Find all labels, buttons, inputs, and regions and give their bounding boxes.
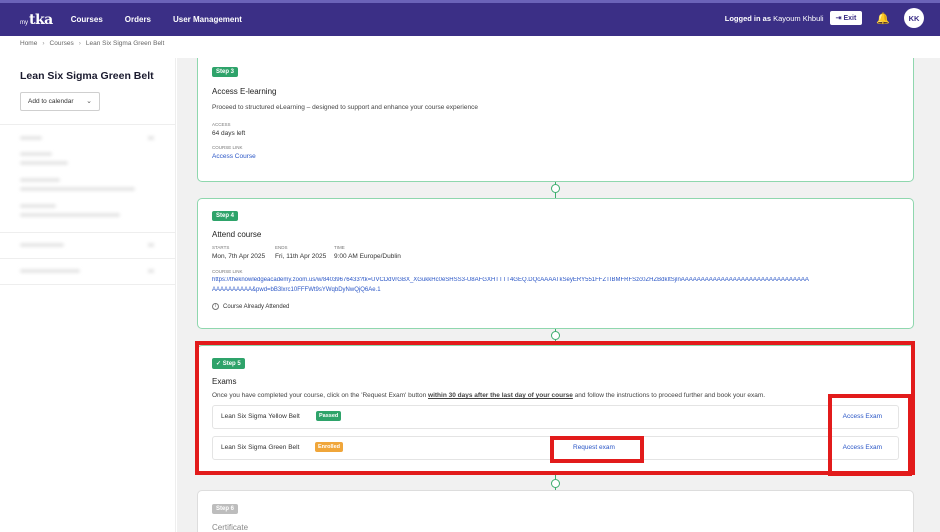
step-3-badge: Step 3: [212, 67, 239, 77]
chevron-down-icon: ⌄: [86, 98, 92, 105]
exit-label: Exit: [843, 14, 857, 22]
step-3-description: Proceed to structured eLearning – design…: [212, 104, 478, 111]
breadcrumb-home[interactable]: Home: [20, 40, 37, 47]
step-4-badge: Step 4: [212, 211, 239, 221]
sidebar-divider: [0, 124, 176, 125]
chevron-right-icon: ›: [42, 40, 45, 47]
nav-courses[interactable]: Courses: [71, 15, 103, 24]
annotation-box-request-exam: [550, 436, 644, 463]
step-3-title: Access E-learning: [212, 87, 277, 96]
time-label: TIME: [334, 245, 345, 250]
step-4-card: Step 4 Attend course STARTS Mon, 7th Apr…: [197, 198, 914, 329]
blurred-content: [20, 243, 64, 247]
blurred-content: [148, 269, 154, 273]
zoom-meeting-link[interactable]: https://theknowledgeacademy.zoom.us/w/84…: [212, 277, 902, 283]
step-4-title: Attend course: [212, 230, 262, 239]
zoom-meeting-link-continued[interactable]: AAAAAAAAAA&pwd=bB3lxrc10FFFWt9sYWqbDyNwQ…: [212, 287, 381, 293]
time-value: 9:00 AM Europe/Dublin: [334, 253, 401, 260]
tka-logo[interactable]: my tka: [20, 12, 53, 28]
step-3-card: Step 3 Access E-learning Proceed to stru…: [197, 58, 914, 182]
blurred-content: [20, 178, 60, 182]
logo-prefix: my: [20, 19, 28, 26]
attended-label: Course Already Attended: [223, 303, 290, 310]
logged-in-user: Kayoum Khbuli: [773, 13, 824, 23]
blurred-content: [20, 269, 80, 273]
main-nav: Courses Orders User Management: [71, 15, 264, 24]
nav-user-management[interactable]: User Management: [173, 15, 242, 24]
blurred-content: [20, 204, 56, 208]
avatar[interactable]: KK: [904, 8, 924, 28]
nav-orders[interactable]: Orders: [125, 15, 151, 24]
ends-value: Fri, 11th Apr 2025: [275, 253, 327, 260]
add-to-calendar-dropdown[interactable]: Add to calendar ⌄: [20, 92, 100, 111]
access-value: 64 days left: [212, 130, 246, 137]
logged-in-prefix: Logged in as: [724, 13, 772, 23]
step-6-badge: Step 6: [212, 504, 239, 514]
scrollbar[interactable]: [918, 58, 940, 532]
blurred-content: [20, 213, 120, 217]
blurred-content: [148, 243, 154, 247]
breadcrumb-courses[interactable]: Courses: [50, 40, 74, 47]
ends-label: ENDS: [275, 245, 288, 250]
user-area: Logged in as Kayoum Khbuli ⇥ Exit 🔔 KK: [725, 8, 924, 28]
step-6-card: Step 6 Certificate: [197, 490, 914, 532]
info-icon: i: [212, 303, 219, 310]
logged-in-text: Logged in as Kayoum Khbuli: [725, 14, 824, 23]
sidebar-divider: [0, 284, 176, 285]
breadcrumb: Home › Courses › Lean Six Sigma Green Be…: [20, 40, 164, 47]
access-label: ACCESS: [212, 122, 231, 127]
attended-notice: i Course Already Attended: [212, 303, 289, 310]
blurred-content: [20, 136, 42, 140]
step-connector-node: [551, 184, 560, 193]
sidebar-divider: [0, 232, 176, 233]
course-title: Lean Six Sigma Green Belt: [20, 70, 154, 82]
starts-label: STARTS: [212, 245, 230, 250]
annotation-box-access-exam: [828, 394, 912, 476]
exit-button[interactable]: ⇥ Exit: [829, 11, 863, 25]
sidebar: Lean Six Sigma Green Belt Add to calenda…: [0, 58, 176, 532]
sidebar-divider: [0, 258, 176, 259]
chevron-right-icon: ›: [78, 40, 81, 47]
blurred-content: [148, 136, 154, 140]
step-connector-node: [551, 479, 560, 488]
blurred-content: [20, 187, 135, 191]
blurred-content: [20, 152, 52, 156]
step-6-title: Certificate: [212, 523, 249, 532]
step-connector-node: [551, 331, 560, 340]
course-link-label: COURSE LINK: [212, 269, 243, 274]
add-to-calendar-label: Add to calendar: [28, 98, 74, 105]
exit-icon: ⇥: [835, 15, 842, 22]
top-navigation-bar: my tka Courses Orders User Management Lo…: [0, 0, 940, 36]
course-link-label: COURSE LINK: [212, 145, 243, 150]
logo-text: tka: [29, 11, 53, 28]
access-course-link[interactable]: Access Course: [212, 153, 256, 160]
bell-icon[interactable]: 🔔: [876, 12, 890, 25]
starts-value: Mon, 7th Apr 2025: [212, 253, 266, 260]
blurred-content: [20, 161, 68, 165]
breadcrumb-current: Lean Six Sigma Green Belt: [85, 40, 165, 47]
